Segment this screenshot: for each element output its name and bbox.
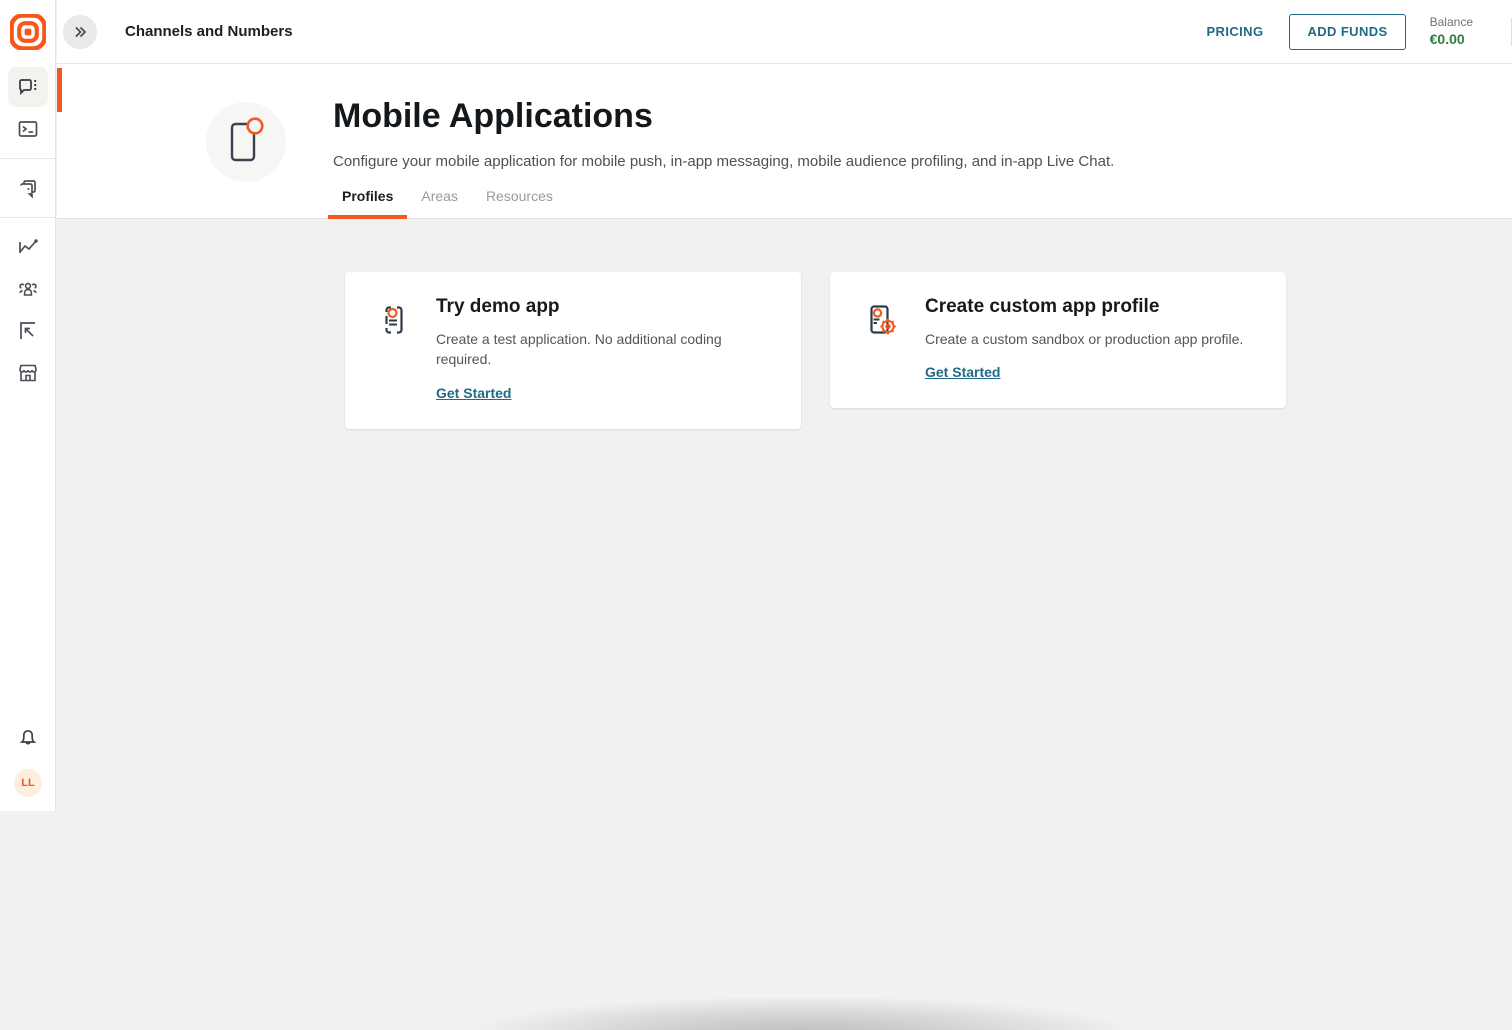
tab-areas[interactable]: Areas: [407, 176, 472, 218]
demo-app-icon: [383, 296, 419, 403]
user-avatar[interactable]: LL: [14, 769, 42, 797]
balance-block: Balance €0.00: [1430, 14, 1473, 49]
offscreen-element-shadow: [377, 998, 1227, 1030]
tab-bar: Profiles Areas Resources: [328, 176, 567, 218]
try-demo-app-card: Try demo app Create a test application. …: [345, 272, 801, 429]
notifications-button[interactable]: [10, 719, 46, 755]
sidebar-nav: [0, 66, 56, 394]
page-subtitle: Configure your mobile application for mo…: [333, 153, 1114, 170]
mobile-phone-badge-icon: [206, 102, 286, 182]
line-chart-icon: [16, 235, 40, 259]
infobip-logo[interactable]: [10, 14, 46, 50]
topbar: Channels and Numbers PRICING ADD FUNDS B…: [57, 0, 1512, 64]
sidebar: LL: [0, 0, 56, 811]
active-nav-indicator: [57, 68, 62, 112]
corner-arrow-icon: [16, 319, 40, 343]
bell-icon: [16, 725, 40, 749]
topbar-right: PRICING ADD FUNDS Balance €0.00: [1206, 14, 1512, 50]
sidebar-item-audience[interactable]: [8, 269, 48, 309]
add-funds-button[interactable]: ADD FUNDS: [1289, 14, 1405, 50]
pricing-link[interactable]: PRICING: [1206, 24, 1263, 39]
card-text: Create custom app profile Create a custo…: [925, 296, 1243, 382]
overlapping-chats-icon: [16, 176, 40, 200]
sidebar-item-developer-tools[interactable]: [8, 109, 48, 149]
custom-app-gear-icon: [868, 296, 908, 382]
create-custom-app-card: Create custom app profile Create a custo…: [830, 272, 1286, 408]
app-screen: LL Channels and Numbers PRICING ADD FUND…: [0, 0, 1512, 811]
card-description: Create a test application. No additional…: [436, 329, 766, 370]
people-icon: [16, 277, 40, 301]
page-header: Mobile Applications Configure your mobil…: [57, 64, 1512, 219]
content-area: Try demo app Create a test application. …: [57, 219, 1512, 811]
sidebar-item-exchange[interactable]: [8, 311, 48, 351]
sidebar-item-conversations[interactable]: [8, 168, 48, 208]
sidebar-item-analytics[interactable]: [8, 227, 48, 267]
sidebar-divider: [0, 217, 56, 218]
balance-value: €0.00: [1430, 30, 1473, 49]
sidebar-expand-button[interactable]: [63, 15, 97, 49]
get-started-link-demo[interactable]: Get Started: [436, 385, 511, 401]
double-chevron-right-icon: [71, 23, 89, 41]
balance-label: Balance: [1430, 14, 1473, 30]
card-description: Create a custom sandbox or production ap…: [925, 329, 1243, 349]
card-title: Create custom app profile: [925, 296, 1243, 318]
tab-resources[interactable]: Resources: [472, 176, 567, 218]
card-text: Try demo app Create a test application. …: [436, 296, 766, 403]
get-started-link-custom[interactable]: Get Started: [925, 364, 1000, 380]
sidebar-item-channels[interactable]: [8, 67, 48, 107]
chat-dots-icon: [16, 75, 40, 99]
tab-profiles[interactable]: Profiles: [328, 176, 407, 218]
sidebar-divider: [0, 158, 56, 159]
terminal-icon: [16, 117, 40, 141]
breadcrumb-title: Channels and Numbers: [125, 23, 293, 40]
card-title: Try demo app: [436, 296, 766, 318]
storefront-icon: [16, 361, 40, 385]
sidebar-bottom: LL: [0, 719, 56, 797]
page-title: Mobile Applications: [333, 97, 653, 136]
sidebar-item-marketplace[interactable]: [8, 353, 48, 393]
